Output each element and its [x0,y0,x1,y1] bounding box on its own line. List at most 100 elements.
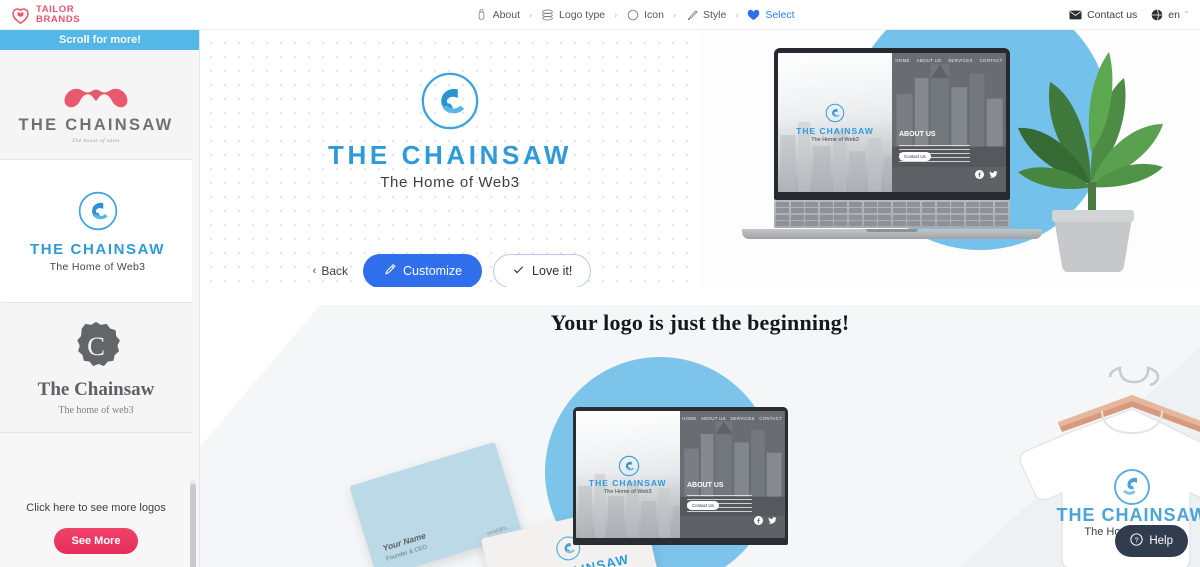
love-it-button-label: Love it! [532,264,573,278]
section-title: Your logo is just the beginning! [550,310,850,335]
website-logo-tagline: The Home of Web3 [811,136,859,143]
website-about-heading-bottom: ABOUT US [687,482,724,490]
step-separator: › [735,9,739,20]
website-social-links [975,166,998,184]
website-logo: THE CHAINSAW The Home of Web3 [796,103,874,143]
website-nav-item-about[interactable]: ABOUT US [701,416,726,421]
logo-results-sidebar[interactable]: Scroll for more! THE CHAINSAW The house … [0,30,200,567]
website-logo-name-bottom: THE CHAINSAW [588,477,667,488]
hanger-hook-icon [1108,366,1160,387]
keyboard-row [776,202,1008,207]
step-separator: › [529,9,533,20]
logo-thumbnail-1[interactable]: THE CHAINSAW The house of sales [0,50,192,160]
circle-swoosh-icon [419,70,481,132]
customize-button[interactable]: Customize [363,254,483,288]
logo-thumbnail-3[interactable]: C The Chainsaw The home of web3 [0,303,192,433]
step-logo-type-label: Logo type [559,8,606,21]
language-label: en [1168,8,1180,21]
brand-wordmark: TAILOR BRANDS [36,5,80,24]
see-more-button[interactable]: See More [53,528,139,554]
language-selector[interactable]: en ˇ [1151,9,1188,21]
laptop-screen: THE CHAINSAW The Home of Web3 HOME ABOUT… [774,48,1010,200]
laptop-mockup-hero: THE CHAINSAW The Home of Web3 HOME ABOUT… [700,30,1200,287]
step-select-label: Select [765,8,795,21]
website-logo-tagline-bottom: The Home of Web3 [603,488,652,495]
step-about[interactable]: About [475,8,520,21]
step-icon[interactable]: Icon [626,8,664,21]
selected-logo: THE CHAINSAW The Home of Web3 [200,70,700,191]
facebook-icon[interactable] [753,512,763,530]
step-logo-type[interactable]: Logo type [541,8,605,21]
website-about-panel: HOME ABOUT US SERVICES CONTACT ABOUT US … [892,53,1006,192]
step-select[interactable]: Select [747,8,795,21]
brush-icon [685,8,698,21]
chevron-down-icon: ˇ [1184,9,1188,20]
laptop-mockup-bottom: THE CHAINSAW The Home of Web3 HOME ABOUT… [565,407,795,545]
step-separator: › [614,9,618,20]
website-nav-item-services[interactable]: SERVICES [948,58,973,63]
top-header: TAILOR BRANDS About › Logo type › Icon ›… [0,0,1200,30]
header-right: Contact us en ˇ [1069,9,1200,21]
keyboard-row [776,208,1008,214]
step-icon-label: Icon [644,8,664,21]
logo-thumbnail-1-tagline: The house of sales [72,138,120,144]
heart-icon [747,8,760,21]
logo-thumbnail-2-name: THE CHAINSAW [29,240,166,258]
circle-swoosh-icon [825,103,845,123]
branding-showcase-section: Your logo is just the beginning! Your Na… [200,287,1200,567]
love-it-button[interactable]: Love it! [493,254,592,288]
svg-text:C: C [87,330,105,360]
website-nav-item-about[interactable]: ABOUT US [917,58,942,63]
layers-icon [541,8,554,21]
logo-thumbnail-2-tagline: The Home of Web3 [49,260,146,273]
contact-us-link[interactable]: Contact us [1069,9,1137,21]
globe-icon [1151,8,1163,21]
pencil-icon [383,263,396,279]
back-button[interactable]: ‹ Back [309,258,352,284]
brand-line-2: BRANDS [36,13,81,25]
page-root: TAILOR BRANDS About › Logo type › Icon ›… [0,0,1200,567]
preview-logo-name: THE CHAINSAW [328,140,572,170]
website-nav-item-home[interactable]: HOME [895,58,909,63]
scroll-banner-label: Scroll for more! [59,34,141,46]
website-nav-item-contact[interactable]: CONTACT [980,58,1003,63]
step-style[interactable]: Style [685,8,726,21]
website-nav-item-services[interactable]: SERVICES [730,416,755,421]
logo-thumbnail-3-tagline: The home of web3 [58,404,134,416]
envelope-icon [1069,10,1082,20]
help-button[interactable]: ? Help [1115,525,1188,557]
step-style-label: Style [703,8,727,21]
facebook-icon[interactable] [975,166,984,184]
website-nav-bottom: HOME ABOUT US SERVICES CONTACT [680,416,785,421]
keyboard-row [776,221,1008,226]
plant-decoration-icon [1018,52,1163,272]
keyboard-row [776,214,1008,220]
website-about-panel-bottom: HOME ABOUT US SERVICES CONTACT ABOUT US … [680,411,785,538]
website-hero-panel: THE CHAINSAW The Home of Web3 [778,53,912,192]
website-nav-item-contact[interactable]: CONTACT [759,416,782,421]
twitter-icon[interactable] [767,512,777,530]
sidebar-scrollbar-thumb[interactable] [190,484,196,567]
website-contact-button[interactable]: Contact Us [899,152,931,162]
website-mockup-bottom: THE CHAINSAW The Home of Web3 HOME ABOUT… [575,411,785,538]
laptop-notch [866,229,918,232]
website-mockup: THE CHAINSAW The Home of Web3 HOME ABOUT… [778,53,1006,192]
help-button-label: Help [1149,535,1173,547]
website-logo-name: THE CHAINSAW [796,125,874,136]
website-contact-button-bottom[interactable]: Contact Us [687,501,719,511]
brand-logo[interactable]: TAILOR BRANDS [0,4,200,25]
bottle-icon [475,8,488,21]
heart-logo-icon [10,4,31,25]
chevron-left-icon: ‹ [312,265,317,277]
website-social-links-bottom [753,512,777,530]
website-nav-item-home[interactable]: HOME [682,416,696,421]
logo-thumbnail-2[interactable]: THE CHAINSAW The Home of Web3 [0,160,192,303]
step-separator: › [673,9,676,20]
laptop-keyboard [774,200,1010,228]
contact-us-label: Contact us [1087,8,1138,21]
see-more-section: Click here to see more logos See More [0,470,192,567]
website-about-heading: ABOUT US [899,130,936,138]
twitter-icon[interactable] [989,166,998,184]
question-circle-icon: ? [1130,533,1144,549]
back-button-label: Back [321,264,348,278]
